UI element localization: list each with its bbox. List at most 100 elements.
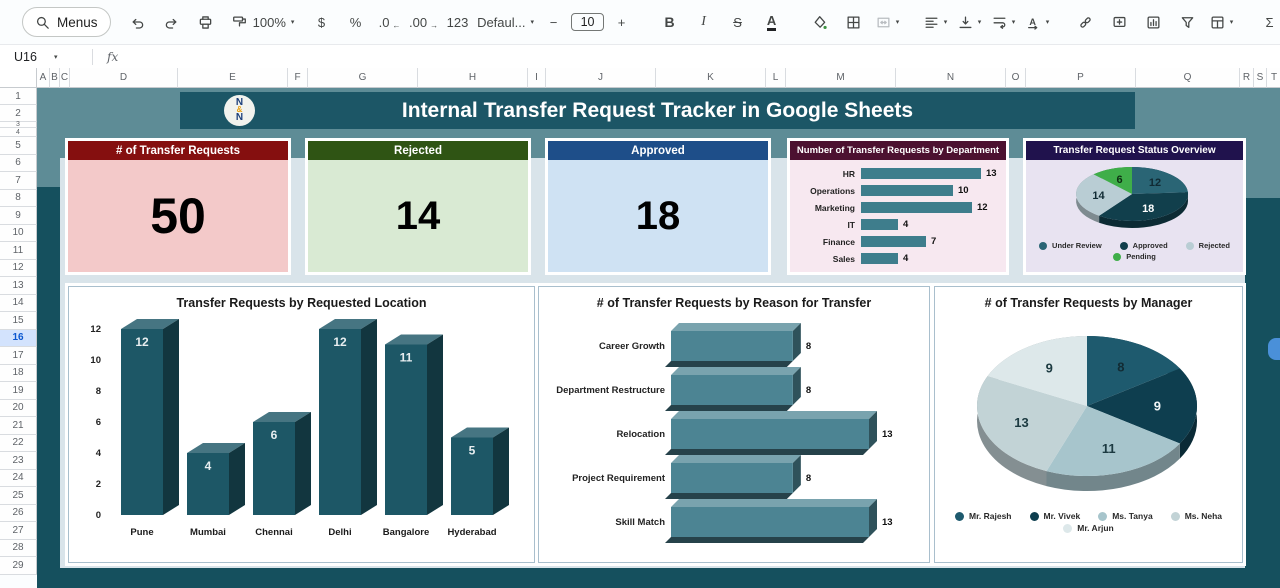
undo-button[interactable] — [123, 8, 153, 36]
column-header-B[interactable]: B — [50, 68, 60, 88]
font-select[interactable]: Defaul...▾ — [491, 8, 521, 36]
legend-item: Ms. Neha — [1171, 511, 1222, 521]
zoom-select[interactable]: 100%▾ — [259, 8, 289, 36]
kpi-card-3[interactable]: Approved18 — [548, 141, 768, 272]
side-panel-collapse-tab[interactable] — [1268, 338, 1280, 360]
chart-card-department[interactable]: Number of Transfer Requests by Departmen… — [790, 141, 1006, 272]
table-button[interactable]: ▾ — [1207, 8, 1237, 36]
menus-button[interactable]: Menus — [22, 7, 111, 37]
fill-color-button[interactable] — [805, 8, 835, 36]
column-header-L[interactable]: L — [766, 68, 786, 88]
increase-decimals-button[interactable]: .00→ — [409, 8, 439, 36]
row-header-8[interactable]: 8 — [0, 190, 37, 208]
row-header-9[interactable]: 9 — [0, 207, 37, 225]
column-header-S[interactable]: S — [1254, 68, 1267, 88]
insert-link-button[interactable] — [1071, 8, 1101, 36]
column-header-R[interactable]: R — [1240, 68, 1254, 88]
horizontal-align-button[interactable]: ▾ — [921, 8, 951, 36]
column-header-C[interactable]: C — [60, 68, 70, 88]
row-header-14[interactable]: 14 — [0, 295, 37, 313]
text-color-button[interactable]: A — [757, 8, 787, 36]
column-header-F[interactable]: F — [288, 68, 308, 88]
merge-cells-button[interactable]: ▾ — [873, 8, 903, 36]
insert-chart-button[interactable] — [1139, 8, 1169, 36]
strikethrough-button[interactable]: S — [723, 8, 753, 36]
row-header-12[interactable]: 12 — [0, 260, 37, 278]
text-wrap-button[interactable]: ▾ — [989, 8, 1019, 36]
column-header-T[interactable]: T — [1267, 68, 1280, 88]
row-header-5[interactable]: 5 — [0, 137, 37, 155]
column-header-J[interactable]: J — [546, 68, 656, 88]
text-rotation-button[interactable]: A▾ — [1023, 8, 1053, 36]
row-header-4[interactable]: 4 — [0, 128, 37, 137]
italic-button[interactable]: I — [689, 8, 719, 36]
decrease-font-size-button[interactable]: − — [539, 8, 569, 36]
row-header-23[interactable]: 23 — [0, 452, 37, 470]
kpi-card-2[interactable]: Rejected14 — [308, 141, 528, 272]
grid-corner[interactable] — [0, 68, 37, 88]
borders-button[interactable] — [839, 8, 869, 36]
column-header-A[interactable]: A — [37, 68, 50, 88]
percent-format-button[interactable]: % — [341, 8, 371, 36]
row-header-26[interactable]: 26 — [0, 505, 37, 523]
chart-card-manager[interactable]: # of Transfer Requests by Manager8911139… — [934, 286, 1243, 563]
kpi-card-1[interactable]: # of Transfer Requests50 — [68, 141, 288, 272]
row-header-7[interactable]: 7 — [0, 172, 37, 190]
name-box[interactable]: U16 ▾ — [0, 50, 86, 64]
paint-format-button[interactable] — [225, 8, 255, 36]
row-header-22[interactable]: 22 — [0, 435, 37, 453]
row-header-13[interactable]: 13 — [0, 277, 37, 295]
row-header-17[interactable]: 17 — [0, 347, 37, 365]
column-header-K[interactable]: K — [656, 68, 766, 88]
row-header-10[interactable]: 10 — [0, 225, 37, 243]
row-header-24[interactable]: 24 — [0, 470, 37, 488]
currency-format-button[interactable]: $ — [307, 8, 337, 36]
vertical-align-button[interactable]: ▾ — [955, 8, 985, 36]
row-header-6[interactable]: 6 — [0, 155, 37, 173]
row-header-21[interactable]: 21 — [0, 417, 37, 435]
column-header-N[interactable]: N — [896, 68, 1006, 88]
increase-font-size-button[interactable]: + — [607, 8, 637, 36]
kpi-value: 50 — [68, 160, 288, 272]
column-header-D[interactable]: D — [70, 68, 178, 88]
row-header-19[interactable]: 19 — [0, 382, 37, 400]
column-header-E[interactable]: E — [178, 68, 288, 88]
row-header-27[interactable]: 27 — [0, 522, 37, 540]
legend-dot — [1171, 512, 1180, 521]
column-header-H[interactable]: H — [418, 68, 528, 88]
sheet-canvas[interactable]: N & N Internal Transfer Request Tracker … — [37, 88, 1280, 588]
bold-button[interactable]: B — [655, 8, 685, 36]
row-header-15[interactable]: 15 — [0, 312, 37, 330]
increase-font-size-button-label: + — [618, 15, 626, 30]
column-header-O[interactable]: O — [1006, 68, 1026, 88]
row-header-29[interactable]: 29 — [0, 557, 37, 575]
legend-dot — [1063, 524, 1072, 533]
svg-text:10: 10 — [90, 355, 101, 366]
row-header-20[interactable]: 20 — [0, 400, 37, 418]
row-header-18[interactable]: 18 — [0, 365, 37, 383]
row-header-1[interactable]: 1 — [0, 88, 37, 105]
chart-card-reason[interactable]: # of Transfer Requests by Reason for Tra… — [538, 286, 930, 563]
svg-text:Career Growth: Career Growth — [599, 341, 665, 352]
formula-input[interactable] — [118, 45, 1280, 69]
column-header-I[interactable]: I — [528, 68, 546, 88]
chart-card-location[interactable]: Transfer Requests by Requested Location0… — [68, 286, 535, 563]
font-size-input[interactable]: 10 — [573, 8, 603, 36]
row-header-28[interactable]: 28 — [0, 540, 37, 558]
row-header-16[interactable]: 16 — [0, 330, 37, 348]
row-header-2[interactable]: 2 — [0, 105, 37, 122]
insert-comment-button[interactable] — [1105, 8, 1135, 36]
column-header-Q[interactable]: Q — [1136, 68, 1240, 88]
create-filter-button[interactable] — [1173, 8, 1203, 36]
redo-button[interactable] — [157, 8, 187, 36]
row-header-11[interactable]: 11 — [0, 242, 37, 260]
chart-card-status[interactable]: Transfer Request Status Overview1218146U… — [1026, 141, 1243, 272]
column-header-G[interactable]: G — [308, 68, 418, 88]
print-button[interactable] — [191, 8, 221, 36]
decrease-decimals-button[interactable]: .0← — [375, 8, 405, 36]
column-header-M[interactable]: M — [786, 68, 896, 88]
functions-button[interactable]: Σ — [1255, 8, 1280, 36]
column-header-P[interactable]: P — [1026, 68, 1136, 88]
row-header-25[interactable]: 25 — [0, 487, 37, 505]
more-formats-button[interactable]: 123 — [443, 8, 473, 36]
